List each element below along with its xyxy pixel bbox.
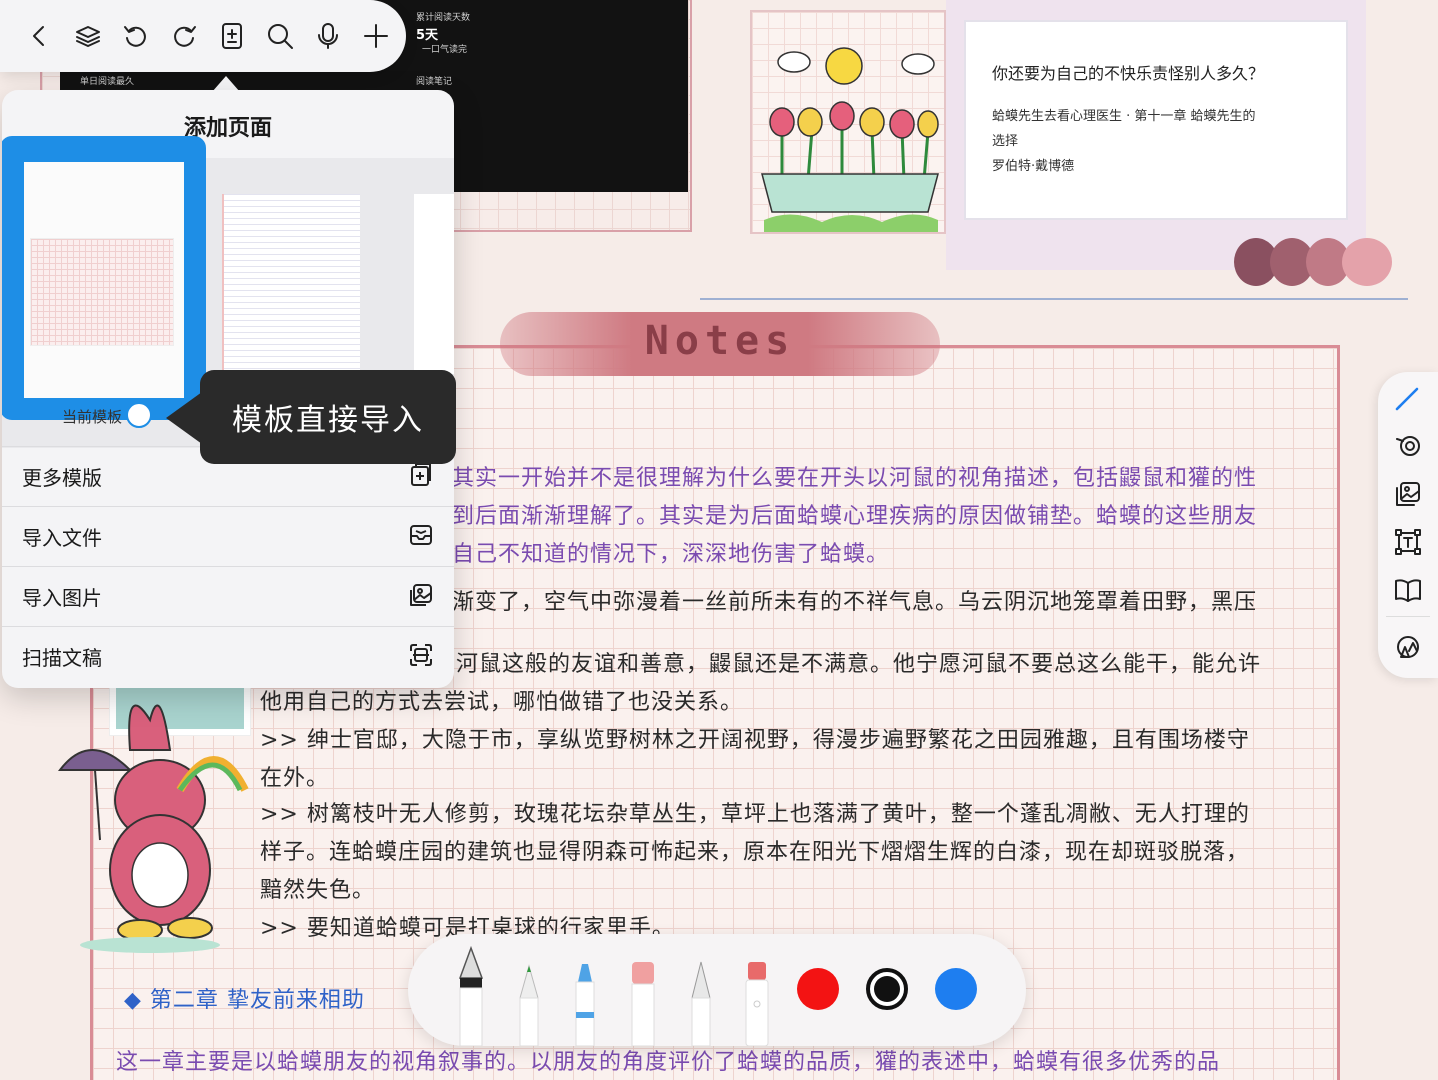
- template-selected-radio[interactable]: [126, 402, 152, 428]
- note-line: >> 树篱枝叶无人修剪，玫瑰花坛杂草丛生，草坪上也落满了黄叶，整一个蓬乱凋敝、无…: [260, 802, 1250, 827]
- pen-tray: [408, 934, 1026, 1046]
- layers-icon: [76, 26, 100, 47]
- one-breath-label: 一口气读完: [422, 45, 468, 55]
- back-button[interactable]: [24, 20, 56, 52]
- note-line: 黯然失色。: [260, 878, 376, 903]
- back-icon: [33, 26, 44, 46]
- chapter-heading: ◆ 第二章 挚友前来相助: [124, 988, 365, 1013]
- note-line: 在外。: [260, 766, 330, 791]
- quote-author: 罗伯特·戴博德: [992, 159, 1075, 174]
- microphone-button[interactable]: [312, 20, 344, 52]
- template-import-tooltip: 模板直接导入: [200, 370, 456, 464]
- reading-days-value: 5天: [416, 28, 439, 43]
- top-toolbar: [0, 0, 406, 72]
- tooltip-arrow: [166, 392, 202, 444]
- import-file-icon: [408, 522, 434, 552]
- rabbit-umbrella-sticker: [57, 704, 249, 953]
- import-file-item[interactable]: 导入文件: [2, 506, 454, 566]
- quote-source-continued: 选择: [992, 134, 1019, 149]
- current-template-thumbnail[interactable]: [24, 162, 184, 398]
- note-line: 自己不知道的情况下，深深地伤害了蛤蟆。: [452, 542, 890, 567]
- lasso-icon: [1396, 436, 1420, 456]
- add-page-icon: [222, 23, 242, 49]
- undo-button[interactable]: [120, 20, 152, 52]
- color-swatch-black[interactable]: [866, 968, 908, 1010]
- marker-tool[interactable]: [568, 942, 602, 1046]
- tooltip-text: 模板直接导入: [232, 403, 424, 438]
- pencil-tool[interactable]: [512, 942, 546, 1046]
- note-line: 河鼠这般的友谊和善意，鼹鼠还是不满意。他宁愿河鼠不要总这么能干，能允许: [456, 652, 1262, 677]
- undo-icon: [124, 26, 146, 47]
- text-box-tool-button[interactable]: [1392, 526, 1424, 558]
- highlighter-tool[interactable]: [740, 942, 774, 1046]
- tool-divider: [1386, 616, 1430, 617]
- right-tool-strip: [1378, 372, 1438, 678]
- eraser-tool[interactable]: [626, 942, 660, 1046]
- menu-label: 导入文件: [22, 526, 102, 550]
- pen-tool-button[interactable]: [1392, 382, 1424, 414]
- color-swatch-blue[interactable]: [935, 968, 977, 1010]
- quote-title: 你还要为自己的不快乐责怪别人多久？: [992, 64, 1265, 83]
- note-line: 渐变了，空气中弥漫着一丝前所未有的不祥气息。乌云阴沉地笼罩着田野，黑压: [452, 590, 1258, 615]
- search-icon: [268, 24, 293, 49]
- scan-icon: [408, 642, 434, 672]
- ruler-pen-tool[interactable]: [684, 942, 718, 1046]
- fountain-pen-tool[interactable]: [454, 942, 488, 1046]
- deco-dot: [1342, 238, 1392, 286]
- shapes-icon: [1397, 636, 1419, 658]
- quote-source: 蛤蟆先生去看心理医生 · 第十一章 蛤蟆先生的: [992, 109, 1256, 124]
- template-plus-icon: [408, 462, 434, 492]
- microphone-icon: [318, 23, 338, 49]
- add-button[interactable]: [360, 20, 392, 52]
- flower-pot-illustration: [761, 47, 939, 232]
- scan-document-item[interactable]: 扫描文稿: [2, 626, 454, 686]
- note-line: 到后面渐渐理解了。其实是为后面蛤蟆心理疾病的原因做铺垫。蛤蟆的这些朋友: [452, 504, 1258, 529]
- layers-button[interactable]: [72, 20, 104, 52]
- plus-icon: [364, 24, 388, 48]
- reading-notes-label: 阅读笔记: [416, 77, 453, 87]
- color-swatch-red[interactable]: [797, 968, 839, 1010]
- current-template-label: 当前模板: [62, 408, 123, 426]
- note-line: >> 绅士官邸，大隐于市，享纵览野树林之开阔视野，得漫步遍野繁花之田园雅趣，且有…: [260, 728, 1250, 753]
- redo-button[interactable]: [168, 20, 200, 52]
- flower-sticker-card: [750, 10, 946, 234]
- note-line: 他用自己的方式去尝试，哪怕做错了也没关系。: [260, 690, 744, 715]
- add-page-button[interactable]: [216, 20, 248, 52]
- image-icon: [1396, 482, 1420, 506]
- notes-title: Notes: [644, 318, 796, 364]
- divider-line: [700, 298, 1408, 300]
- text-box-icon: [1395, 529, 1421, 555]
- search-button[interactable]: [264, 20, 296, 52]
- menu-label: 更多模版: [22, 466, 102, 490]
- menu-label: 导入图片: [22, 586, 102, 610]
- note-line: 其实一开始并不是很理解为什么要在开头以河鼠的视角描述，包括鼹鼠和獾的性: [452, 466, 1258, 491]
- book-icon: [1395, 579, 1421, 602]
- image-icon: [408, 582, 434, 612]
- redo-icon: [174, 26, 196, 47]
- daily-longest-label: 单日阅读最久: [80, 77, 135, 87]
- shapes-tool-button[interactable]: [1392, 632, 1424, 664]
- menu-label: 扫描文稿: [22, 646, 102, 670]
- image-tool-button[interactable]: [1392, 478, 1424, 510]
- blank-template-thumbnail[interactable]: [414, 194, 454, 374]
- lined-template-thumbnail[interactable]: [222, 194, 360, 374]
- lasso-tool-button[interactable]: [1392, 430, 1424, 462]
- note-line: 这一章主要是以蛤蟆朋友的视角叙事的。以朋友的角度评价了蛤蟆的品质，獾的表述中，蛤…: [116, 1050, 1221, 1075]
- book-tool-button[interactable]: [1392, 574, 1424, 606]
- pen-icon: [1395, 387, 1419, 411]
- import-image-item[interactable]: 导入图片: [2, 566, 454, 626]
- reading-days-label: 累计阅读天数: [416, 13, 471, 23]
- quote-card: 你还要为自己的不快乐责怪别人多久？ 蛤蟆先生去看心理医生 · 第十一章 蛤蟆先生…: [964, 20, 1348, 220]
- note-line: 样子。连蛤蟆庄园的建筑也显得阴森可怖起来，原本在阳光下熠熠生辉的白漆，现在却斑驳…: [260, 840, 1250, 865]
